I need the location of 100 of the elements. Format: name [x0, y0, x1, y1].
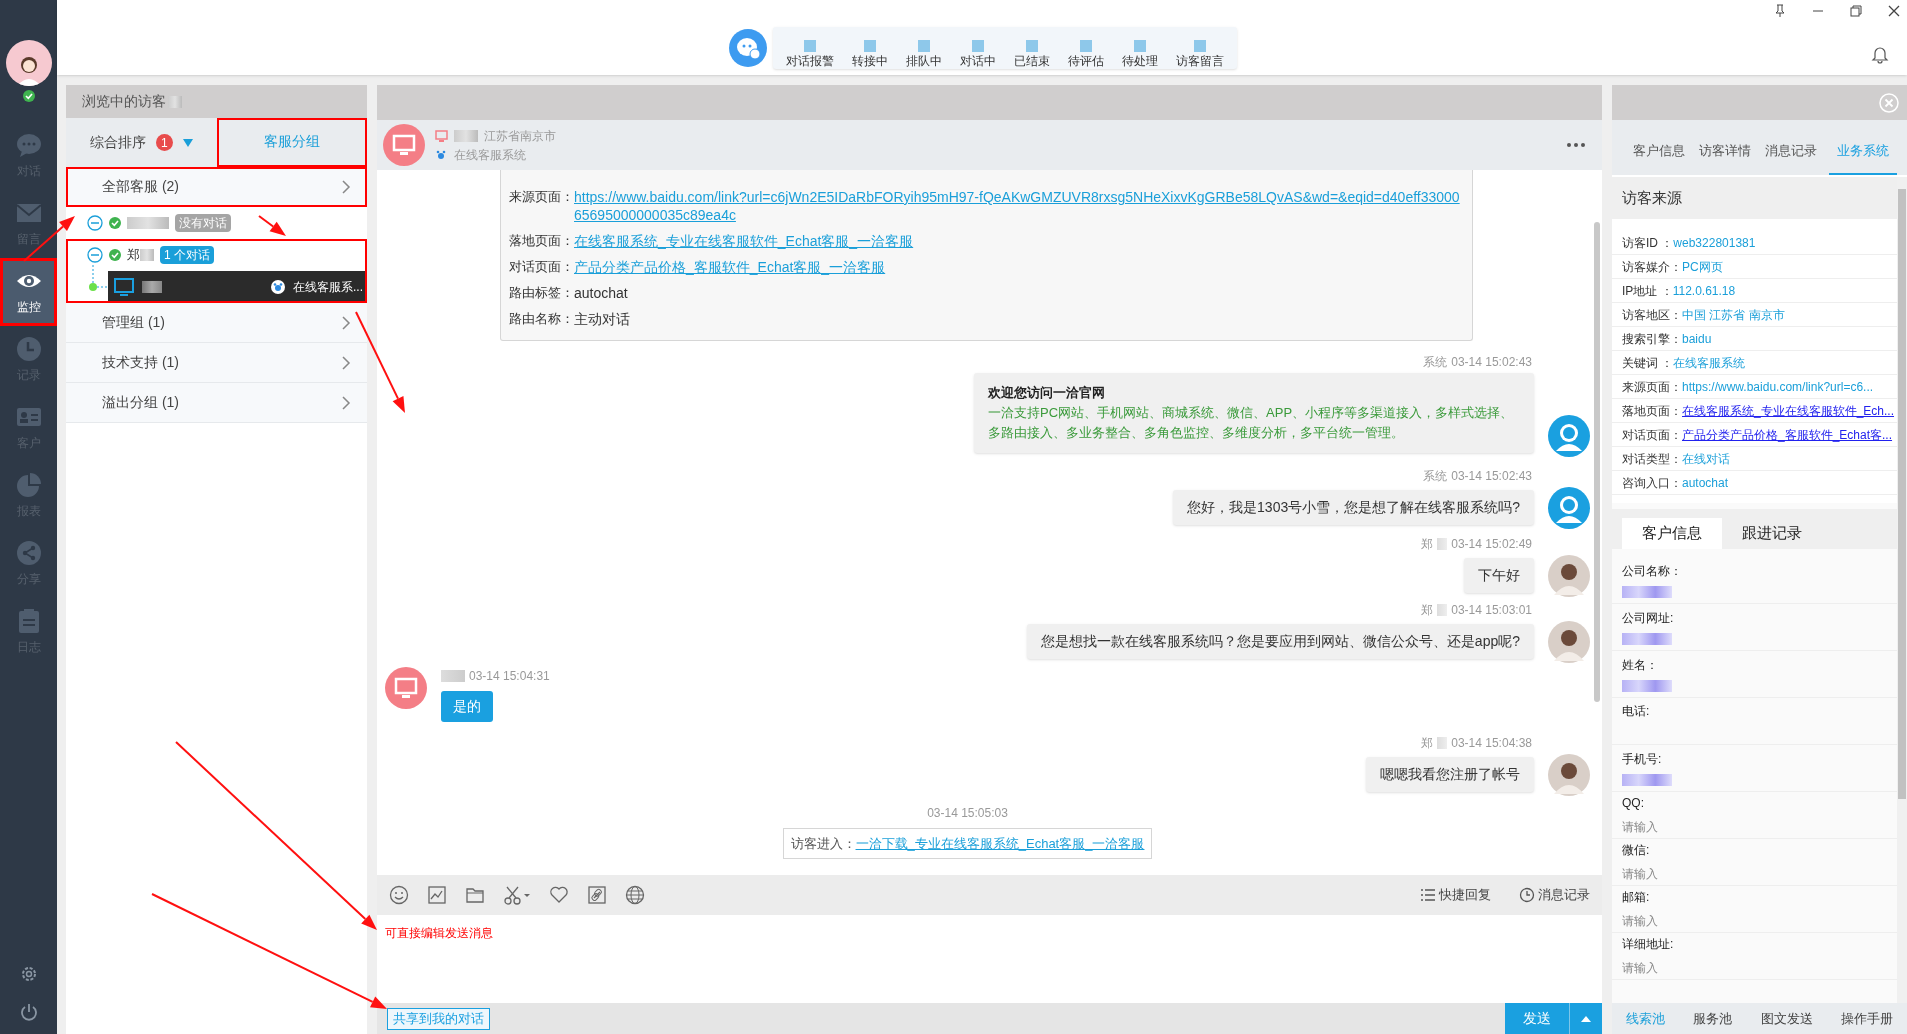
visitor-avatar-icon	[383, 124, 425, 166]
info-label: 路由标签：	[509, 284, 574, 302]
more-icon[interactable]	[1566, 142, 1586, 148]
message-bubble: 下午好	[1464, 557, 1534, 593]
field-label: 对话页面：	[1622, 426, 1682, 444]
redacted-block	[1622, 774, 1672, 786]
toolbar-tab[interactable]: 对话报警	[777, 27, 843, 69]
close-icon[interactable]	[1887, 4, 1901, 18]
redacted-block	[1080, 40, 1092, 52]
list-icon	[1420, 887, 1436, 903]
toolbar-button[interactable]: 快捷回复	[1420, 885, 1491, 905]
input-field[interactable]: 请输入	[1622, 912, 1802, 930]
field-value: 中国 江苏省 南京市	[1682, 306, 1785, 324]
chat-bubble-icon	[15, 132, 42, 158]
toolbar-tab[interactable]: 转接中	[843, 27, 897, 69]
field-label: 咨询入口：	[1622, 474, 1682, 492]
info-label: 对话页面：	[509, 258, 574, 276]
bottom-tab[interactable]: 操作手册	[1840, 1008, 1893, 1029]
panel-tab[interactable]: 客户信息	[1631, 141, 1687, 175]
message-text: 一洽支持PC网站、手机网站、商城系统、微信、APP、小程序等多渠道接入，多样式选择、多路由接入、多业务整合、多角色监控、多维度分析，多平台统一管理。	[988, 403, 1515, 442]
chevron-right-icon	[341, 179, 351, 194]
redacted-block	[918, 40, 930, 52]
collapse-icon[interactable]	[87, 215, 103, 231]
power-icon[interactable]	[18, 1002, 39, 1022]
group-row[interactable]: 溢出分组 (1)	[66, 383, 367, 423]
link-icon[interactable]	[587, 885, 607, 905]
visitor-source: 在线客服系...	[293, 279, 363, 296]
input-field[interactable]: 请输入	[1622, 865, 1802, 883]
redacted-block	[1622, 633, 1672, 645]
toolbar-button[interactable]: 消息记录	[1519, 885, 1590, 905]
field-label: 来源页面：	[1622, 378, 1682, 396]
bottom-tab[interactable]: 图文发送	[1760, 1008, 1813, 1029]
toolbar-tab[interactable]: 待评估	[1059, 27, 1113, 69]
heart-icon[interactable]	[549, 885, 569, 905]
redacted-block	[1194, 40, 1206, 52]
toolbar-tab[interactable]: 对话中	[951, 27, 1005, 69]
agent-avatar-icon	[1548, 753, 1590, 796]
panel-tab[interactable]: 访客详情	[1697, 141, 1753, 175]
sub-tab[interactable]: 客户信息	[1622, 518, 1722, 549]
input-field[interactable]: 请输入	[1622, 818, 1802, 836]
group-row[interactable]: 全部客服 (2)	[66, 167, 367, 207]
collapse-icon[interactable]	[87, 247, 103, 263]
timestamp: 03-14 15:02:49	[1451, 535, 1532, 553]
sub-tab[interactable]: 跟进记录	[1722, 518, 1822, 549]
panel-title: 浏览中的访客	[82, 92, 166, 111]
toolbar-tab[interactable]: 待处理	[1113, 27, 1167, 69]
sidebar-item[interactable]: 监控	[0, 258, 57, 326]
image-icon[interactable]	[427, 885, 447, 905]
toolbar-tab[interactable]: 排队中	[897, 27, 951, 69]
redacted-block	[972, 40, 984, 52]
field-link[interactable]: 在线客服系统_专业在线客服软件_Ech...	[1682, 401, 1895, 420]
timestamp: 03-14 15:04:38	[1451, 734, 1532, 752]
timestamp: 03-14 15:04:31	[469, 667, 550, 685]
field-label: 公司名称：	[1622, 563, 1683, 580]
panel-tab[interactable]: 消息记录	[1763, 141, 1819, 175]
restore-icon[interactable]	[1849, 4, 1863, 18]
message-bubble: 您好，我是1303号小雪，您是想了解在线客服系统吗?	[1173, 489, 1534, 525]
timestamp: 03-14 15:03:01	[1451, 601, 1532, 619]
emoji-icon[interactable]	[389, 885, 409, 905]
field-label: 对话类型：	[1622, 450, 1682, 468]
online-status-icon	[109, 217, 121, 229]
globe-icon[interactable]	[625, 885, 645, 905]
input-field[interactable]: 请输入	[1622, 959, 1802, 977]
scrollbar[interactable]	[1594, 222, 1600, 702]
visitor-source: 在线客服系统	[454, 146, 526, 164]
timestamp: 03-14 15:02:43	[1451, 354, 1532, 371]
chevron-right-icon	[341, 395, 351, 410]
message-bubble: 是的	[441, 690, 493, 722]
redacted-block	[441, 669, 465, 682]
folder-icon[interactable]	[465, 885, 485, 905]
online-status-icon	[22, 90, 35, 102]
bell-icon[interactable]	[1871, 46, 1889, 64]
bottom-tab[interactable]: 服务池	[1693, 1008, 1733, 1029]
dropdown-caret-icon[interactable]	[182, 138, 193, 147]
scissors-icon[interactable]	[503, 885, 531, 905]
toolbar-tab[interactable]: 访客留言	[1167, 27, 1233, 69]
field-label: 邮箱:	[1622, 889, 1651, 906]
visitor-row[interactable]: 在线客服系...	[108, 271, 367, 303]
logo-icon	[729, 29, 767, 67]
notice-label: 访客进入：	[790, 834, 856, 853]
field-link[interactable]: 产品分类产品价格_客服软件_Echat客...	[1682, 425, 1893, 444]
annotation-text: 可直接编辑发送消息	[385, 926, 493, 940]
group-row[interactable]: 技术支持 (1)	[66, 343, 367, 383]
field-label: 访客媒介：	[1622, 258, 1682, 276]
scrollbar[interactable]	[1898, 189, 1906, 799]
redacted-block	[1622, 680, 1672, 692]
field-label: 电话:	[1622, 703, 1651, 720]
panel-tab[interactable]: 综合排序 1	[66, 118, 217, 167]
info-value: autochat	[574, 284, 628, 302]
toolbar-tab[interactable]: 已结束	[1005, 27, 1059, 69]
annotation-arrow	[258, 215, 286, 236]
group-row[interactable]: 管理组 (1)	[66, 303, 367, 343]
timestamp: 03-14 15:02:43	[1451, 467, 1532, 485]
clock-icon	[1519, 887, 1535, 903]
field-label: 落地页面：	[1622, 402, 1682, 420]
pin-icon[interactable]	[1773, 4, 1787, 18]
field-label: 姓名：	[1622, 657, 1659, 674]
agent-avatar-icon	[1548, 554, 1590, 597]
field-label: 访客ID ：	[1622, 234, 1674, 252]
avatar[interactable]	[5, 40, 52, 86]
